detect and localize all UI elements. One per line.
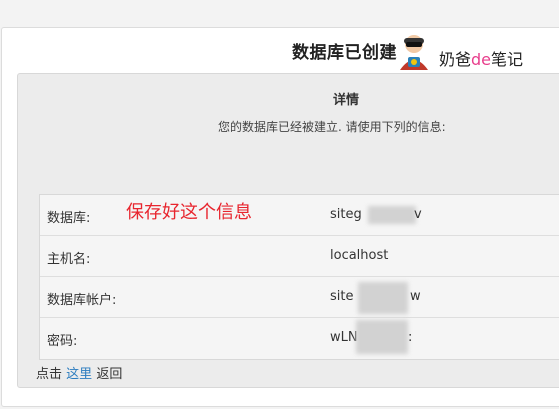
row-value: wLN [330,330,358,345]
details-panel: 详情 您的数据库已经被建立. 请使用下列的信息: 数据库: siteg v 主机… [17,73,559,388]
result-card: 数据库已创建 奶爸de笔记 详情 您的数据库已经被建立. 请使用下列的信息: 数… [1,27,559,407]
footer-suffix: 返回 [96,367,123,382]
row-label: 密码: [47,334,78,349]
page-title: 数据库已创建 [292,43,397,63]
row-value: siteg [330,207,362,222]
watermark: 奶爸de笔记 [439,46,523,70]
watermark-accent: de [471,50,492,69]
row-label: 数据库帐户: [47,293,117,308]
table-row-host: 主机名: localhost [40,236,559,277]
table-row-password: 密码: wLN : [40,318,559,359]
row-value-tail: v [414,207,422,222]
watermark-prefix: 奶爸 [439,50,472,69]
footer-prefix: 点击 [36,367,63,382]
row-label: 主机名: [47,252,91,267]
footer-return: 点击 这里 返回 [36,363,122,382]
info-table: 数据库: siteg v 主机名: localhost 数据库帐户: site … [39,194,559,360]
redaction-mask [356,320,408,354]
row-label: 数据库: [47,211,91,226]
page: 数据库已创建 奶爸de笔记 详情 您的数据库已经被建立. 请使用下列的信息: 数… [0,0,559,409]
table-row-db-user: 数据库帐户: site w [40,277,559,318]
row-value-tail: : [408,330,413,345]
details-heading: 详情 [333,93,360,108]
watermark-suffix: 笔记 [491,50,524,69]
redaction-mask [358,282,408,314]
redaction-mask [368,206,416,224]
row-value-tail: w [410,289,421,304]
row-value: localhost [330,248,389,263]
table-row-database: 数据库: siteg v [40,195,559,236]
return-link[interactable]: 这里 [66,367,92,382]
details-description: 您的数据库已经被建立. 请使用下列的信息: [218,120,446,134]
annotation-note: 保存好这个信息 [126,202,252,223]
avatar-icon [400,35,428,70]
row-value: site [330,289,354,304]
